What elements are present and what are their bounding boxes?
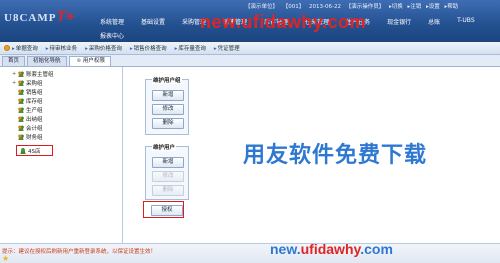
user-group-fieldset: 维护用户组 新增 修改 删除 — [145, 76, 189, 135]
menu-basic[interactable]: 基础设置 — [141, 17, 165, 26]
tab-home-label: 首页 — [8, 58, 20, 64]
tree-node[interactable]: + 账套主管组 — [12, 70, 54, 78]
app-header: U8CAMPT+ 【演示单位】 【001】 2013-06-22 【演示操作员】… — [0, 0, 500, 42]
group-icon — [18, 116, 24, 122]
help-link[interactable]: ▸帮助 — [445, 4, 459, 10]
tab-home[interactable]: 首页 — [2, 56, 26, 66]
group-icon — [18, 125, 24, 131]
group-icon — [18, 134, 24, 140]
menu-cash[interactable]: 现金银行 — [387, 17, 411, 26]
session-info: 【演示单位】 【001】 2013-06-22 【演示操作员】 ▸切换 ▸注销 … — [245, 2, 461, 10]
group-icon — [18, 71, 24, 77]
add-user-button[interactable]: 新增 — [152, 157, 184, 168]
watermark-bottom: new.ufidawhy.com — [270, 241, 393, 257]
tree-node-label: 出纳组 — [26, 117, 43, 123]
logo-word: U8CAMP — [4, 12, 57, 24]
tree-node[interactable]: 库存组 — [18, 97, 43, 105]
delete-user-button[interactable]: 删除 — [152, 185, 184, 196]
tree-node[interactable]: 生产组 — [18, 106, 43, 114]
watermark-bottom-post: .com — [360, 241, 393, 257]
menu-tubs[interactable]: T-UBS — [457, 17, 475, 26]
tree-node[interactable]: 出纳组 — [18, 115, 43, 123]
user-fieldset: 维护用户 新增 修改 删除 — [145, 143, 189, 200]
settings-link[interactable]: ▸设置 — [426, 4, 440, 10]
watermark-middle: 用友软件免费下载 — [243, 142, 428, 167]
tree-node-label: 库存组 — [26, 99, 43, 105]
menu-system[interactable]: 系统管理 — [100, 17, 124, 26]
quick-sales-price[interactable]: 销售价格查询 — [130, 44, 167, 52]
tab-bar: 首页 初始化导航 ⊗ 用户权限 — [0, 55, 500, 67]
tab-user-permission-label: 用户权限 — [82, 58, 105, 64]
status-bar: 提示：建议在授权后刷新用户重新登录系统，以保证设置生效！ ★ — [0, 243, 500, 263]
edit-group-button[interactable]: 修改 — [152, 104, 184, 115]
tab-close-icon[interactable]: ⊗ — [77, 58, 82, 64]
edit-user-button[interactable]: 修改 — [152, 171, 184, 182]
tree-node-label: 账套主管组 — [26, 72, 54, 78]
tree-node-label: 会计组 — [26, 126, 43, 132]
highlight-authorize — [143, 201, 184, 218]
tab-user-permission[interactable]: ⊗ 用户权限 — [68, 56, 111, 66]
delete-group-button[interactable]: 删除 — [152, 118, 184, 129]
tab-init-guide[interactable]: 初始化导航 — [27, 56, 67, 66]
tree-node[interactable]: + 采购组 — [12, 79, 43, 87]
quick-doc-query[interactable]: 单据查询 — [12, 44, 38, 52]
tree-node[interactable]: 财务组 — [18, 133, 43, 141]
tree-node-label: 财务组 — [26, 135, 43, 141]
logo-tplus: T+ — [56, 8, 75, 25]
group-icon — [18, 80, 24, 86]
menu-ledger[interactable]: 总账 — [428, 17, 440, 26]
watermark-bottom-main: ufidawhy — [300, 241, 361, 257]
tree-node[interactable]: 销售组 — [18, 88, 43, 96]
quick-pending-approval[interactable]: 待审核业务 — [46, 44, 78, 52]
quickbar-icon — [4, 45, 10, 51]
highlight-selected-user — [16, 145, 53, 156]
quick-stock-query[interactable]: 库存量查询 — [175, 44, 206, 52]
switch-link[interactable]: ▸切换 — [389, 4, 403, 10]
tree-node-label: 采购组 — [26, 81, 43, 87]
info-company: 【演示单位】 — [245, 4, 279, 10]
info-date: 2013-06-22 — [309, 4, 341, 10]
watermark-bottom-pre: new. — [270, 241, 301, 257]
expand-icon[interactable]: + — [12, 72, 16, 77]
logout-link[interactable]: ▸注销 — [408, 4, 422, 10]
tree-node-label: 生产组 — [26, 108, 43, 114]
tree-node-label: 销售组 — [26, 90, 43, 96]
add-group-button[interactable]: 新增 — [152, 90, 184, 101]
tab-init-guide-label: 初始化导航 — [33, 58, 61, 64]
info-account: 【001】 — [282, 4, 305, 10]
group-icon — [18, 89, 24, 95]
info-operator: 【演示操作员】 — [345, 4, 385, 10]
status-message: 提示：建议在授权后刷新用户重新登录系统，以保证设置生效！ — [2, 249, 157, 255]
user-title: 维护用户 — [152, 143, 177, 151]
tree-node[interactable]: 会计组 — [18, 124, 43, 132]
group-icon — [18, 107, 24, 113]
app-logo: U8CAMPT+ — [4, 8, 74, 25]
watermark-top: new.ufidawhy.com — [200, 12, 367, 32]
user-group-title: 维护用户组 — [152, 76, 182, 84]
quick-toolbar: 单据查询 待审核业务 采购价格查询 销售价格查询 库存量查询 凭证管理 — [0, 42, 500, 55]
quick-voucher[interactable]: 凭证管理 — [214, 44, 240, 52]
expand-icon[interactable]: + — [12, 81, 16, 86]
menu-report-center[interactable]: 报表中心 — [100, 31, 124, 40]
quick-purchase-price[interactable]: 采购价格查询 — [85, 44, 122, 52]
group-icon — [18, 98, 24, 104]
